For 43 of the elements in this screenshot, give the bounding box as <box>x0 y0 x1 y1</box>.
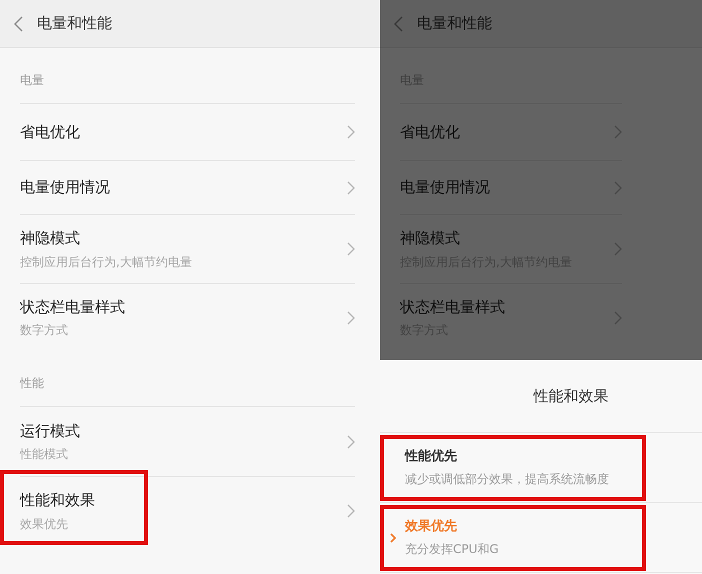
back-icon[interactable] <box>14 16 23 32</box>
chevron-right-icon <box>347 434 355 448</box>
settings-row[interactable]: 运行模式 性能模式 <box>20 406 355 476</box>
row-title: 性能和效果 <box>20 490 95 512</box>
screen-title: 电量和性能 <box>37 13 112 34</box>
row-subtitle: 数字方式 <box>20 322 69 340</box>
settings-row[interactable]: 省电优化 <box>20 103 355 160</box>
row-title: 状态栏电量样式 <box>20 296 125 318</box>
row-title: 运行模式 <box>20 420 80 442</box>
chevron-right-icon <box>347 310 355 324</box>
selected-chevron-icon <box>390 532 396 542</box>
settings-row[interactable]: 电量使用情况 <box>20 160 355 214</box>
row-title: 电量使用情况 <box>400 177 490 198</box>
row-title: 省电优化 <box>400 122 460 143</box>
row-title: 电量使用情况 <box>20 177 110 198</box>
settings-row[interactable]: 状态栏电量样式 数字方式 <box>20 283 355 351</box>
row-title: 状态栏电量样式 <box>400 296 505 318</box>
row-title: 省电优化 <box>20 122 80 143</box>
settings-row[interactable]: 神隐模式 控制应用后台行为,大幅节约电量 <box>20 214 355 283</box>
settings-row[interactable]: 性能和效果 效果优先 <box>20 476 355 545</box>
sheet-option[interactable]: 性能优先 减少或调低部分效果，提高系统流畅度 <box>380 433 702 503</box>
option-title: 性能优先 <box>405 448 458 466</box>
option-subtitle: 充分发挥CPU和G <box>405 541 499 558</box>
section-label: 性能 <box>20 375 44 392</box>
row-subtitle: 性能模式 <box>20 446 69 464</box>
chevron-right-icon <box>347 125 355 139</box>
chevron-right-icon <box>347 504 355 518</box>
chevron-right-icon <box>614 242 622 256</box>
chevron-right-icon <box>614 180 622 194</box>
chevron-right-icon <box>614 125 622 139</box>
sheet-title: 性能和效果 <box>534 386 608 407</box>
row-subtitle: 效果优先 <box>20 516 69 533</box>
row-title: 神隐模式 <box>400 228 461 250</box>
option-subtitle: 减少或调低部分效果，提高系统流畅度 <box>405 471 609 488</box>
back-icon[interactable] <box>394 16 403 32</box>
screen-title: 电量和性能 <box>417 13 492 34</box>
row-title: 神隐模式 <box>20 228 81 250</box>
row-subtitle: 控制应用后台行为,大幅节约电量 <box>20 254 192 271</box>
option-title: 效果优先 <box>405 518 458 536</box>
chevron-right-icon <box>614 310 622 324</box>
chevron-right-icon <box>347 242 355 256</box>
chevron-right-icon <box>347 180 355 194</box>
section-label: 电量 <box>20 72 44 89</box>
